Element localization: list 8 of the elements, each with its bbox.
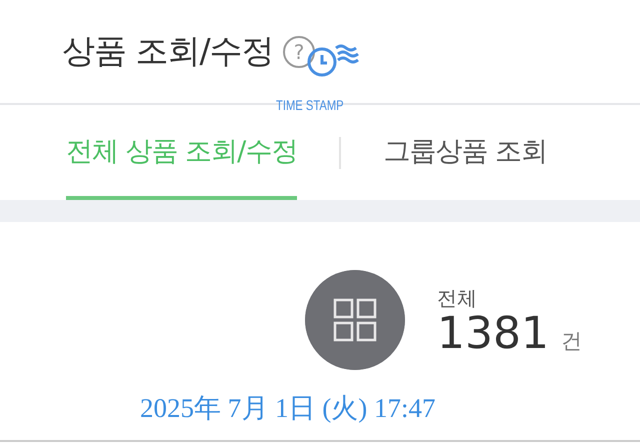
- tab[interactable]: 그룹상품 조회: [383, 105, 547, 200]
- count-unit: 건: [560, 328, 582, 354]
- page-title: 상품 조회/수정: [62, 30, 274, 72]
- product-count: 1381: [437, 312, 549, 356]
- summary-label: 전체: [437, 284, 478, 312]
- grid-icon: [305, 270, 405, 370]
- timestamp-text: 2025年 7月 1日 (火) 17:47: [140, 392, 436, 425]
- help-icon[interactable]: ?: [282, 34, 316, 68]
